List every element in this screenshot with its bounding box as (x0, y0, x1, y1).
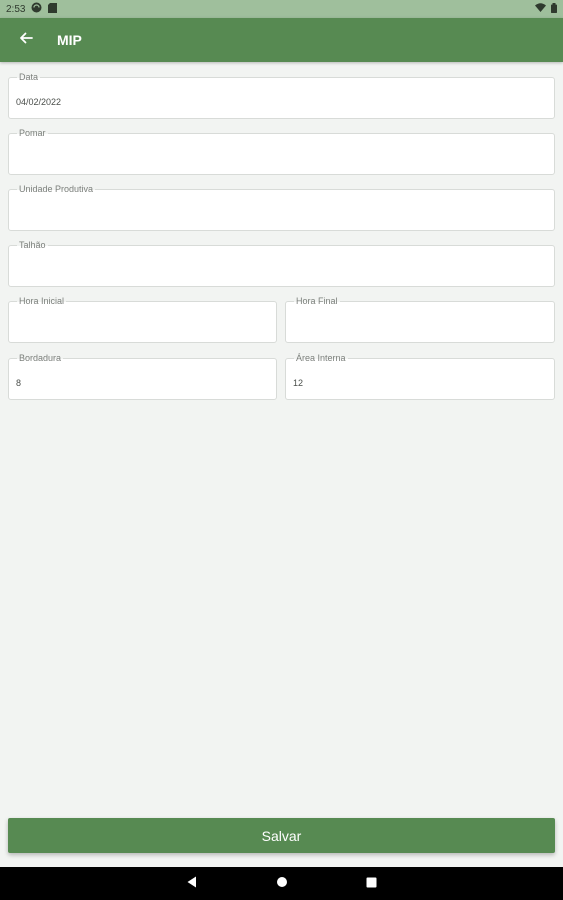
data-field[interactable]: Data (8, 72, 555, 119)
wifi-icon (535, 3, 546, 15)
battery-icon (551, 2, 557, 16)
save-button[interactable]: Salvar (8, 818, 555, 853)
arrow-left-icon (19, 31, 33, 50)
back-button[interactable] (4, 18, 48, 62)
talhao-field[interactable]: Talhão (8, 240, 555, 287)
nav-back-button[interactable] (182, 874, 202, 894)
status-bar: 2:53 (0, 0, 563, 18)
app-bar: MIP (0, 18, 563, 62)
area-interna-input[interactable] (286, 359, 554, 399)
sync-icon (31, 2, 42, 16)
bordadura-input[interactable] (9, 359, 276, 399)
talhao-input[interactable] (9, 246, 554, 286)
status-time: 2:53 (6, 3, 26, 15)
unidade-produtiva-input[interactable] (9, 190, 554, 230)
hora-inicial-input[interactable] (9, 302, 276, 342)
sd-card-icon (48, 2, 58, 16)
hora-final-input[interactable] (286, 302, 554, 342)
recents-square-icon (366, 875, 377, 893)
nav-recents-button[interactable] (362, 874, 382, 894)
nav-home-button[interactable] (272, 874, 292, 894)
home-circle-icon (276, 875, 288, 893)
back-triangle-icon (186, 875, 198, 893)
bordadura-field[interactable]: Bordadura (8, 353, 277, 400)
unidade-produtiva-field[interactable]: Unidade Produtiva (8, 184, 555, 231)
hora-inicial-field[interactable]: Hora Inicial (8, 296, 277, 343)
pomar-field[interactable]: Pomar (8, 128, 555, 175)
page-title: MIP (57, 32, 82, 48)
hora-final-field[interactable]: Hora Final (285, 296, 555, 343)
data-input[interactable] (9, 78, 554, 118)
area-interna-field[interactable]: Área Interna (285, 353, 555, 400)
system-nav-bar (0, 867, 563, 900)
pomar-input[interactable] (9, 134, 554, 174)
